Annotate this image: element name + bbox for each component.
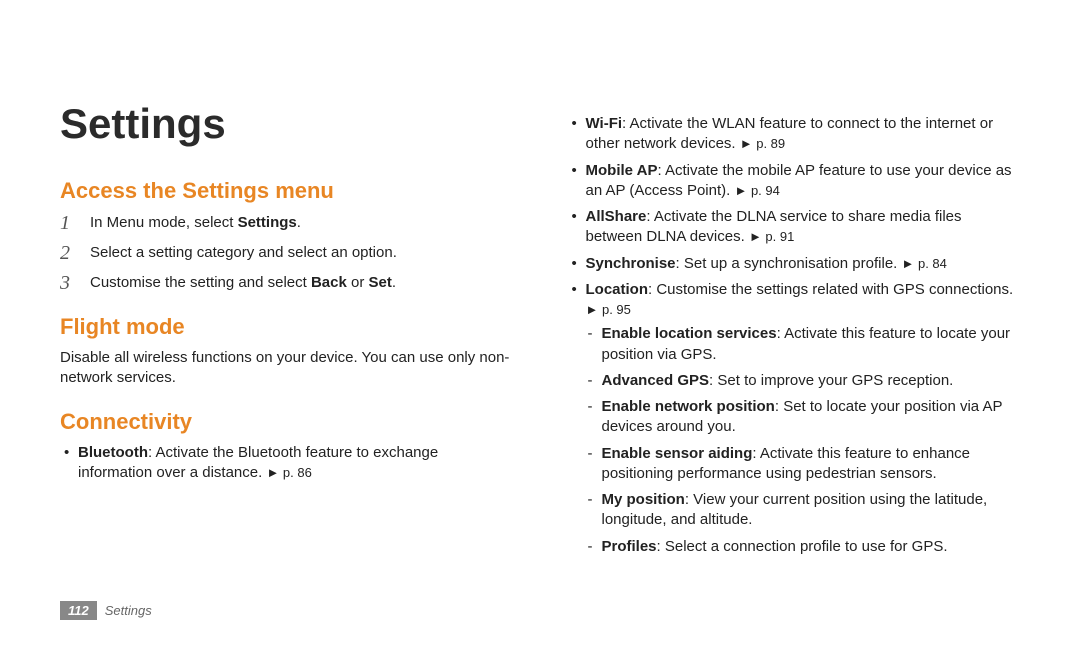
step-number: 1 — [60, 212, 76, 234]
list-item: Wi-Fi: Activate the WLAN feature to conn… — [568, 114, 1021, 155]
steps-list: 1 In Menu mode, select Settings. 2 Selec… — [60, 212, 513, 294]
list-item: Enable sensor aiding: Activate this feat… — [586, 444, 1021, 485]
section-heading-access: Access the Settings menu — [60, 178, 513, 204]
page-number: 112 — [60, 601, 97, 620]
step-item: 3 Customise the setting and select Back … — [60, 272, 513, 294]
manual-page: Settings Access the Settings menu 1 In M… — [0, 0, 1080, 650]
step-number: 3 — [60, 272, 76, 294]
step-text: Customise the setting and select Back or… — [90, 272, 396, 294]
page-ref: ► p. 86 — [266, 465, 311, 480]
list-item: My position: View your current position … — [586, 490, 1021, 531]
two-column-layout: Settings Access the Settings menu 1 In M… — [60, 50, 1020, 583]
list-item: Enable network position: Set to locate y… — [586, 397, 1021, 438]
step-item: 2 Select a setting category and select a… — [60, 242, 513, 264]
section-heading-connectivity: Connectivity — [60, 409, 513, 435]
list-item: Profiles: Select a connection profile to… — [586, 537, 1021, 557]
step-number: 2 — [60, 242, 76, 264]
page-title: Settings — [60, 100, 513, 148]
list-item: Location: Customise the settings related… — [568, 280, 1021, 557]
list-item: Bluetooth: Activate the Bluetooth featur… — [60, 443, 513, 484]
step-item: 1 In Menu mode, select Settings. — [60, 212, 513, 234]
footer-section-label: Settings — [105, 603, 152, 618]
page-ref: ► p. 94 — [734, 183, 779, 198]
page-footer: 112 Settings — [60, 601, 1020, 620]
step-text: Select a setting category and select an … — [90, 242, 397, 264]
section-heading-flight: Flight mode — [60, 314, 513, 340]
list-item: AllShare: Activate the DLNA service to s… — [568, 207, 1021, 248]
connectivity-list-left: Bluetooth: Activate the Bluetooth featur… — [60, 443, 513, 484]
step-text: In Menu mode, select Settings. — [90, 212, 301, 234]
connectivity-list-right: Wi-Fi: Activate the WLAN feature to conn… — [568, 114, 1021, 557]
list-item: Advanced GPS: Set to improve your GPS re… — [586, 371, 1021, 391]
page-ref: ► p. 84 — [902, 256, 947, 271]
page-ref: ► p. 91 — [749, 229, 794, 244]
left-column: Settings Access the Settings menu 1 In M… — [60, 50, 513, 583]
list-item: Mobile AP: Activate the mobile AP featur… — [568, 161, 1021, 202]
right-column: Wi-Fi: Activate the WLAN feature to conn… — [568, 50, 1021, 583]
location-sublist: Enable location services: Activate this … — [586, 324, 1021, 557]
list-item: Synchronise: Set up a synchronisation pr… — [568, 254, 1021, 274]
page-ref: ► p. 95 — [586, 302, 631, 317]
flight-mode-body: Disable all wireless functions on your d… — [60, 348, 513, 389]
page-ref: ► p. 89 — [740, 136, 785, 151]
list-item: Enable location services: Activate this … — [586, 324, 1021, 365]
